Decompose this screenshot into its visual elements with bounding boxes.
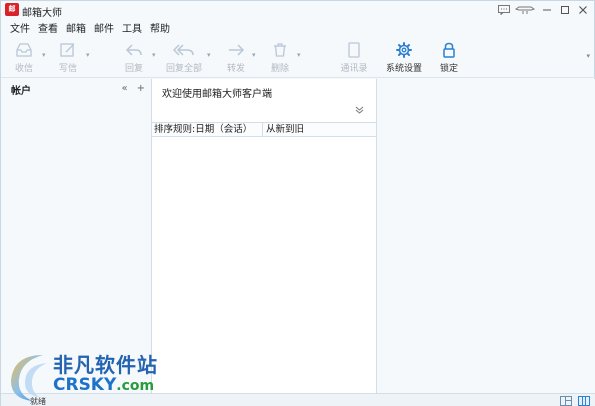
app-title: 邮箱大师 [22, 8, 62, 19]
delete-dropdown-icon[interactable]: ▾ [297, 51, 301, 59]
accounts-tools: « + [121, 83, 145, 94]
menu-help[interactable]: 帮助 [149, 20, 171, 35]
settings-button[interactable]: 系统设置 [381, 40, 427, 74]
layout-columns-icon[interactable] [578, 396, 590, 406]
compose-label: 写信 [58, 64, 77, 74]
lock-icon [442, 40, 456, 58]
window-controls [496, 2, 590, 17]
toolbar-overflow-icon[interactable]: ▾ [586, 52, 590, 60]
gear-icon [396, 40, 412, 58]
delete-label: 删除 [270, 64, 289, 74]
trash-icon [272, 40, 288, 58]
sort-rule-header[interactable]: 排序规则:日期（会话） [152, 123, 263, 136]
double-chevron-down-icon[interactable] [355, 106, 364, 117]
menu-mail[interactable]: 邮件 [93, 20, 115, 35]
menu-bar: 文件 查看 邮箱 邮件 工具 帮助 [9, 20, 171, 35]
watermark-english: CRSKY.com [53, 375, 154, 395]
sort-bar: 排序规则:日期（会话） 从新到旧 [152, 122, 376, 137]
accounts-title: 帐户 [11, 85, 31, 97]
reply-button[interactable]: 回复 [111, 40, 157, 74]
layout-toggle [560, 396, 590, 406]
toolbar: 收信 ▾ 写信 ▾ 回复 ▾ 回复全部 ▾ 转发 ▾ 删除 ▾ 通讯录 系统设置… [1, 38, 595, 78]
collapse-pane-icon[interactable]: « [121, 83, 127, 94]
contacts-label: 通讯录 [340, 64, 368, 74]
message-list-pane: 欢迎使用邮箱大师客户端 排序规则:日期（会话） 从新到旧 [152, 79, 377, 393]
lock-button[interactable]: 锁定 [426, 40, 472, 74]
reply-icon [125, 40, 143, 58]
app-logo-icon: 邮 [5, 3, 19, 16]
welcome-text: 欢迎使用邮箱大师客户端 [162, 89, 272, 100]
contacts-icon [347, 40, 361, 58]
watermark-english-name: CRSKY [53, 375, 117, 395]
reply-label: 回复 [124, 64, 143, 74]
compose-dropdown-icon[interactable]: ▾ [86, 51, 90, 59]
reply-all-button[interactable]: 回复全部 [161, 40, 207, 74]
settings-label: 系统设置 [385, 64, 422, 74]
forward-icon [227, 40, 245, 58]
inbox-icon [15, 40, 33, 58]
reading-pane [378, 79, 595, 393]
watermark-english-suffix: .com [116, 378, 155, 394]
reply-dropdown-icon[interactable]: ▾ [152, 51, 156, 59]
compose-icon [59, 40, 77, 58]
reply-all-icon [173, 40, 195, 58]
lock-label: 锁定 [439, 64, 458, 74]
watermark: 非凡软件站 CRSKY.com [1, 345, 161, 406]
watermark-chinese: 非凡软件站 [53, 353, 158, 377]
skin-icon[interactable] [514, 3, 536, 16]
menu-file[interactable]: 文件 [9, 20, 31, 35]
layout-split-icon[interactable] [560, 396, 572, 406]
reply-all-dropdown-icon[interactable]: ▾ [207, 51, 211, 59]
receive-button[interactable]: 收信 [1, 40, 47, 74]
forward-dropdown-icon[interactable]: ▾ [252, 51, 256, 59]
reply-all-label: 回复全部 [165, 64, 202, 74]
maximize-icon[interactable] [557, 3, 572, 16]
sort-order-header[interactable]: 从新到旧 [263, 123, 304, 136]
forward-label: 转发 [226, 64, 245, 74]
title-bar: 邮 邮箱大师 [1, 1, 595, 19]
menu-mailbox[interactable]: 邮箱 [65, 20, 87, 35]
minimize-icon[interactable] [539, 3, 554, 16]
contacts-button[interactable]: 通讯录 [331, 40, 377, 74]
receive-label: 收信 [14, 64, 33, 74]
watermark-logo-icon [11, 355, 47, 401]
app-window: 邮 邮箱大师 文件 查看 邮箱 邮件 工具 帮助 收信 ▾ 写信 ▾ 回复 ▾ … [0, 0, 595, 406]
close-icon[interactable] [575, 3, 590, 16]
add-account-icon[interactable]: + [137, 83, 145, 94]
compose-button[interactable]: 写信 [45, 40, 91, 74]
feedback-icon[interactable] [496, 3, 511, 16]
menu-view[interactable]: 查看 [37, 20, 59, 35]
menu-tools[interactable]: 工具 [121, 20, 143, 35]
